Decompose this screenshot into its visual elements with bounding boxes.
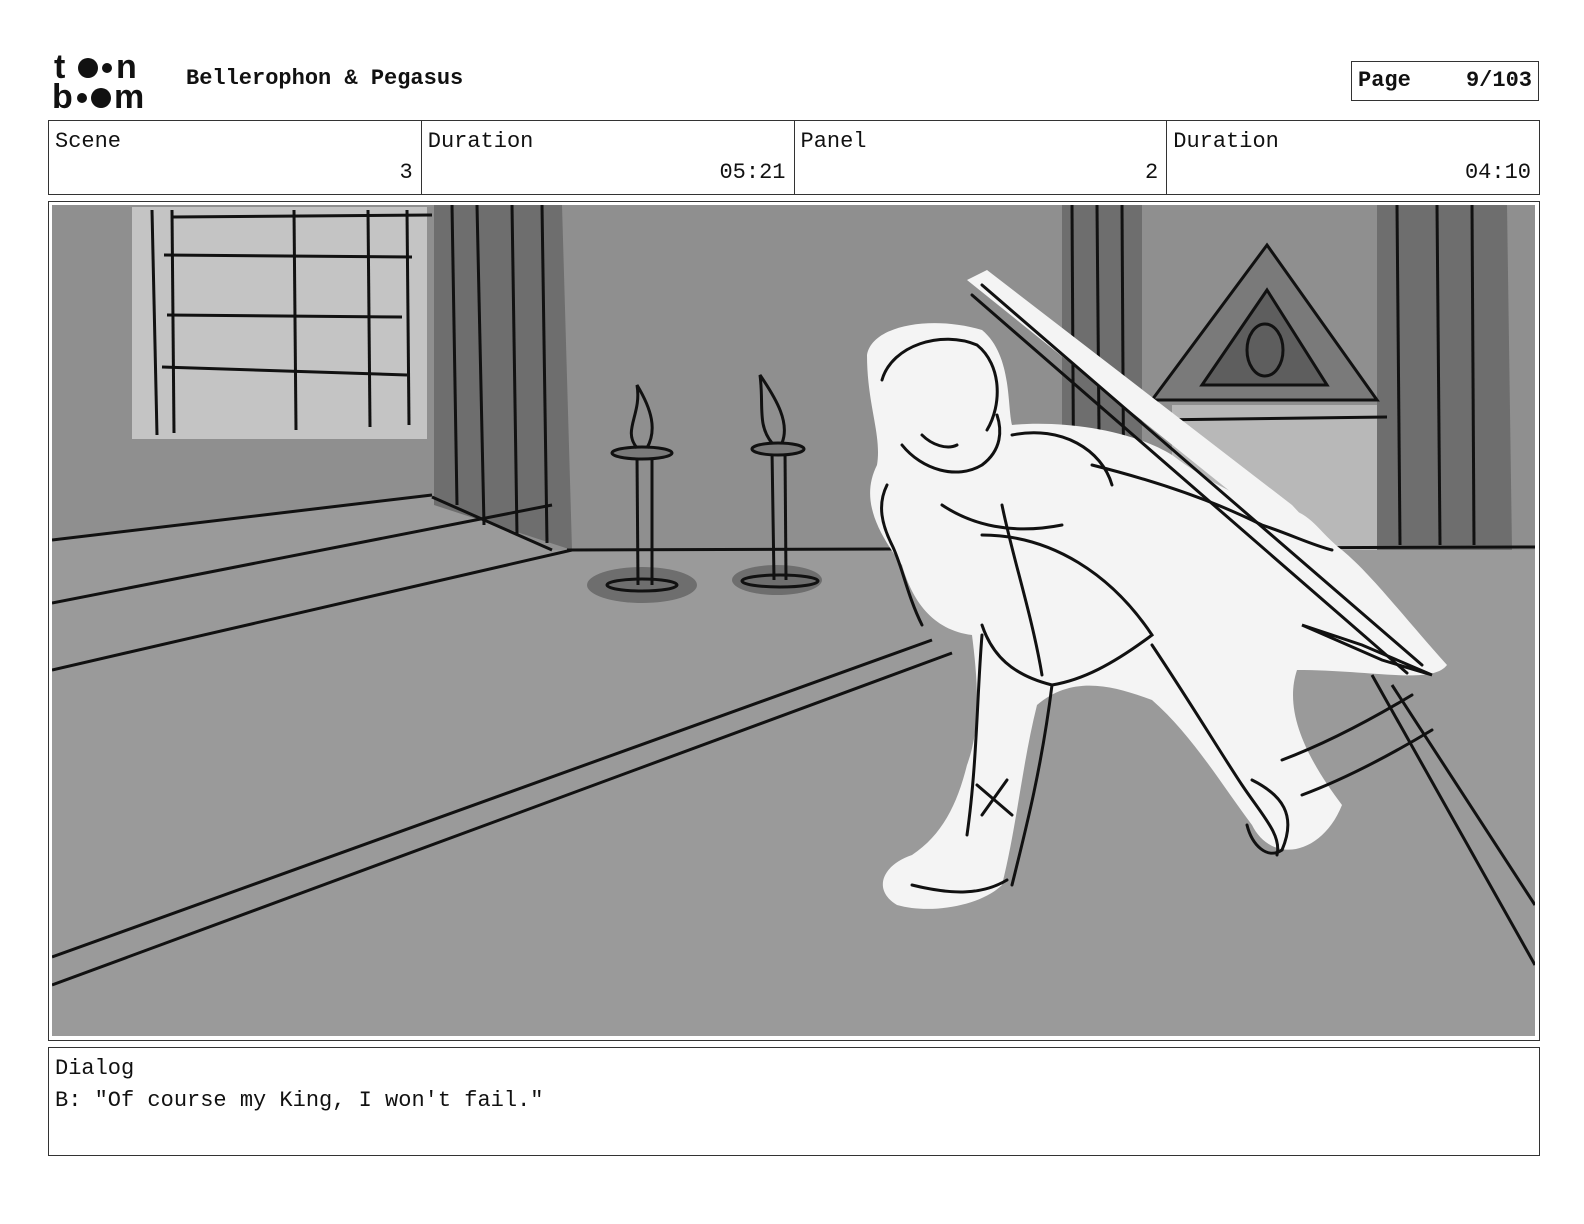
- panel-cell: Panel 2: [795, 121, 1168, 194]
- project-title: Bellerophon & Pegasus: [186, 66, 464, 91]
- scene-info-row: Scene 3 Duration 05:21 Panel 2 Duration …: [48, 120, 1540, 195]
- panel-duration-label: Duration: [1173, 129, 1279, 154]
- scene-duration-cell: Duration 05:21: [422, 121, 795, 194]
- page-number: 9/103: [1465, 68, 1532, 93]
- panel-label: Panel: [800, 129, 867, 154]
- scene-duration-value: 05:21: [719, 160, 786, 185]
- svg-text:m: m: [114, 78, 144, 112]
- scene-duration-label: Duration: [427, 129, 534, 154]
- storyboard-panel-frame: [48, 201, 1540, 1041]
- page-label: Page: [1358, 68, 1411, 93]
- panel-duration-value: 04:10: [1464, 160, 1531, 185]
- scene-value: 3: [399, 160, 413, 185]
- storyboard-sketch-image: [52, 205, 1535, 1036]
- scene-label: Scene: [55, 129, 122, 154]
- dialog-text: B: "Of course my King, I won't fail.": [55, 1088, 544, 1113]
- panel-value: 2: [1145, 160, 1159, 185]
- toon-boom-logo: t n b m: [52, 50, 144, 112]
- scene-cell: Scene 3: [49, 121, 422, 194]
- svg-text:b: b: [52, 78, 73, 112]
- dialog-box: Dialog B: "Of course my King, I won't fa…: [48, 1047, 1540, 1156]
- dialog-label: Dialog: [55, 1056, 135, 1081]
- panel-duration-cell: Duration 04:10: [1167, 121, 1539, 194]
- page-indicator: Page 9/103: [1351, 61, 1539, 101]
